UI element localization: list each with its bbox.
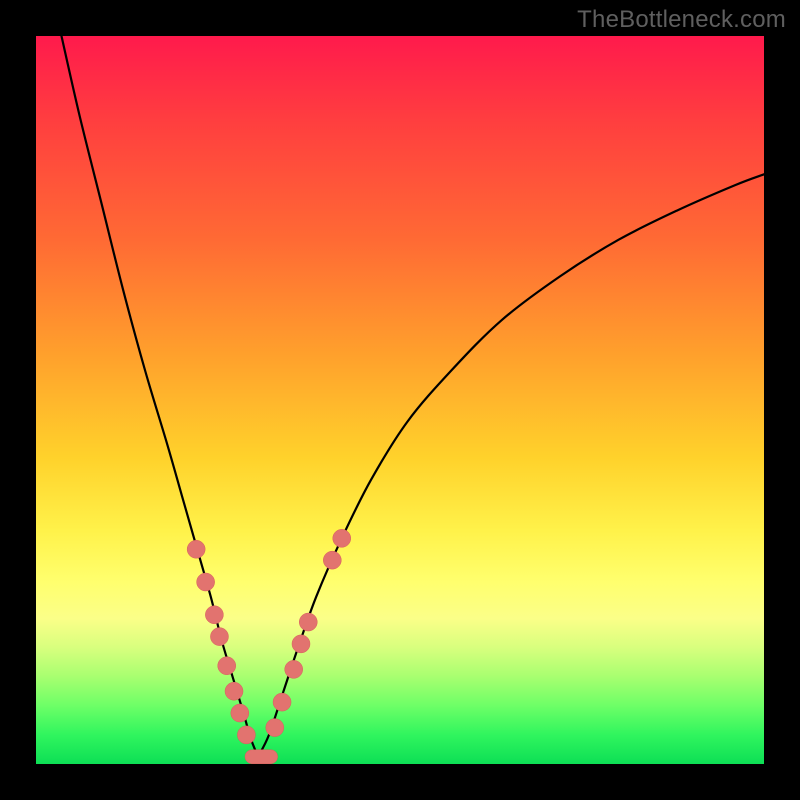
highlight-dot bbox=[292, 635, 310, 653]
highlight-dot bbox=[218, 657, 236, 675]
highlight-dot bbox=[323, 551, 341, 569]
highlight-dot bbox=[197, 573, 215, 591]
highlight-dot bbox=[285, 660, 303, 678]
curve-left-branch bbox=[61, 36, 258, 757]
highlight-dot bbox=[231, 704, 249, 722]
highlight-dot bbox=[266, 719, 284, 737]
trough-bar bbox=[245, 750, 278, 764]
highlight-dot bbox=[273, 693, 291, 711]
plot-area bbox=[36, 36, 764, 764]
highlight-dot bbox=[205, 606, 223, 624]
highlight-dot bbox=[187, 540, 205, 558]
chart-overlay bbox=[36, 36, 764, 764]
highlight-dots-group bbox=[187, 529, 351, 744]
highlight-dot bbox=[299, 613, 317, 631]
watermark-text: TheBottleneck.com bbox=[577, 6, 786, 34]
chart-frame: TheBottleneck.com bbox=[0, 0, 800, 800]
curve-right-branch bbox=[258, 174, 764, 756]
highlight-dot bbox=[237, 726, 255, 744]
highlight-dot bbox=[210, 628, 228, 646]
highlight-dot bbox=[225, 682, 243, 700]
highlight-dot bbox=[333, 529, 351, 547]
